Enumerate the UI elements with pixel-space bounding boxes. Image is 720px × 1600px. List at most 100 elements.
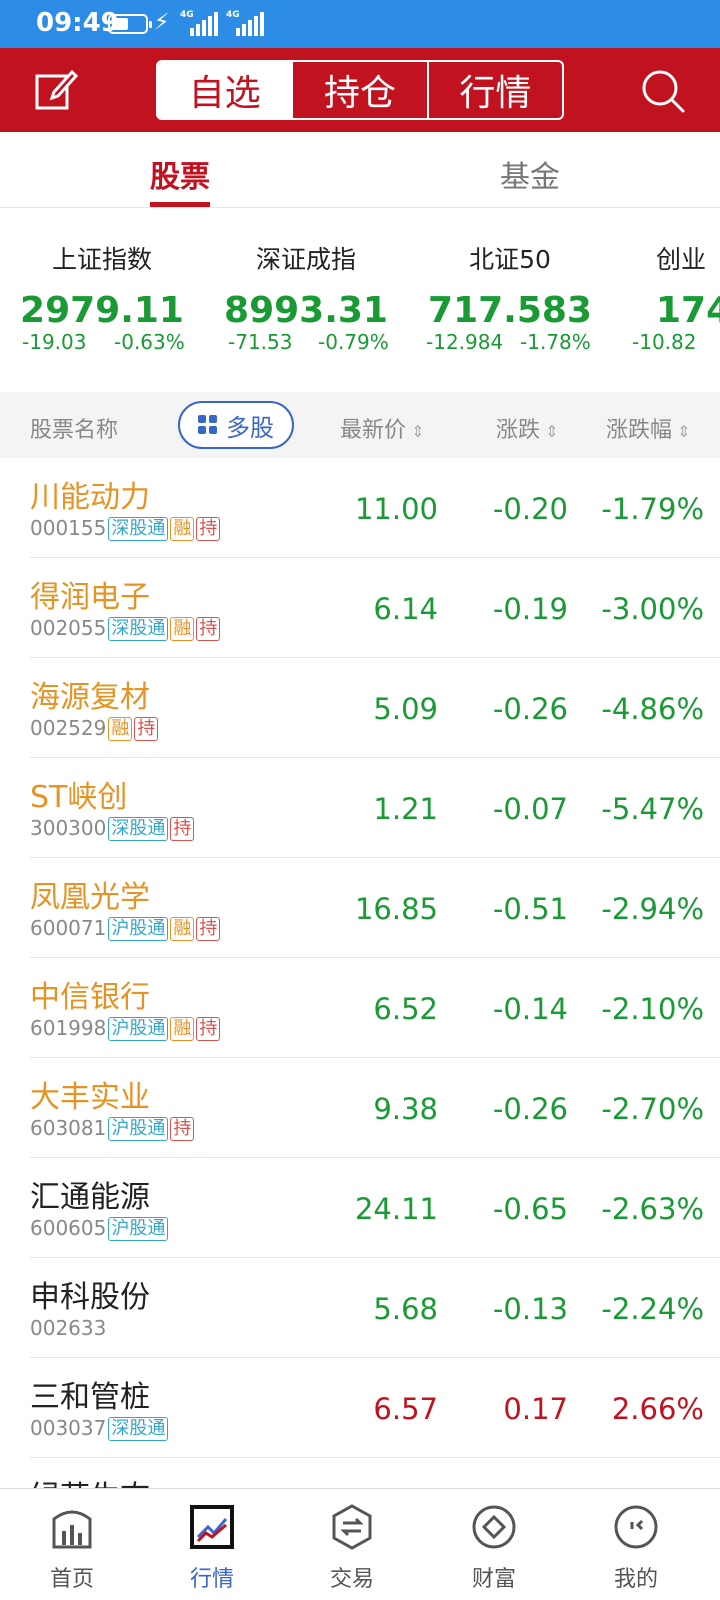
nav-label: 行情 [189,1567,234,1592]
stock-code-line: 603081 沪股通持 [30,1116,195,1141]
stock-name: 得润电子 [30,580,150,615]
stock-code-line: 003037 深股通 [30,1416,169,1441]
nav-wealth[interactable]: 财富 [434,1503,554,1593]
stock-name: 申科股份 [30,1280,150,1315]
stock-name: 三和管桩 [30,1380,150,1415]
price-change: -0.65 [492,1192,568,1226]
price-change: -0.51 [492,892,568,926]
stock-row[interactable]: 海源复材 002529 融持 5.09 -0.26 -4.86% [30,658,720,758]
index-card[interactable]: 创业 174 [614,240,720,331]
shenzhen-connect-badge: 深股通 [108,617,169,641]
stock-row[interactable]: 得润电子 002055 深股通融持 6.14 -0.19 -3.00% [30,558,720,658]
stock-name: 中信银行 [30,980,150,1015]
price-change-pct: -1.79% [601,492,704,526]
stock-name: ST峡创 [30,780,128,815]
index-strip: 上证指数 2979.11 深证成指 8993.31 北证50 717.583 创… [0,208,720,392]
stock-row[interactable]: 凤凰光学 600071 沪股通融持 16.85 -0.51 -2.94% [30,858,720,958]
latest-price: 6.14 [373,592,438,626]
sort-change-header[interactable]: 涨跌 [496,412,559,444]
grid-icon [198,415,218,435]
price-change: -0.14 [492,992,568,1026]
index-change: -10.82 [632,330,697,354]
list-header: 股票名称 多股 最新价 涨跌 涨跌幅 [0,392,720,458]
stock-row[interactable]: 中信银行 601998 沪股通融持 6.52 -0.14 -2.10% [30,958,720,1058]
stock-name: 凤凰光学 [30,880,150,915]
stock-name: 大丰实业 [30,1080,150,1115]
tab-funds[interactable]: 基金 [500,152,560,196]
price-change-pct: -2.94% [601,892,704,926]
index-card[interactable]: 北证50 717.583 [410,240,610,331]
multi-stock-label: 多股 [226,413,274,442]
nav-label: 我的 [613,1567,658,1592]
price-change-pct: -2.63% [601,1192,704,1226]
nav-profile[interactable]: 我的 [576,1503,696,1593]
index-name: 深证成指 [255,245,356,274]
index-card[interactable]: 深证成指 8993.31 [206,240,406,331]
latest-price: 6.57 [373,1392,438,1426]
margin-badge: 融 [170,617,195,641]
multi-stock-button[interactable]: 多股 [178,401,294,449]
price-change: -0.19 [492,592,568,626]
stock-code-line: 002055 深股通融持 [30,616,221,641]
stock-row[interactable]: 川能动力 000155 深股通融持 11.00 -0.20 -1.79% [30,458,720,558]
shanghai-connect-badge: 沪股通 [108,917,169,941]
latest-price: 5.68 [373,1292,438,1326]
trade-exchange-icon [328,1503,376,1551]
price-change: -0.20 [492,492,568,526]
nav-trade[interactable]: 交易 [292,1503,412,1593]
stock-code: 300300 [30,816,107,840]
latest-price: 24.11 [354,1192,438,1226]
index-card[interactable]: 上证指数 2979.11 [2,240,202,331]
stock-row[interactable]: 大丰实业 603081 沪股通持 9.38 -0.26 -2.70% [30,1058,720,1158]
holding-badge: 持 [170,817,195,841]
stock-row[interactable]: 三和管桩 003037 深股通 6.57 0.17 2.66% [30,1358,720,1458]
column-name-header: 股票名称 [30,418,119,443]
tab-watchlist[interactable]: 自选 [158,62,292,118]
top-nav-bar: 自选 持仓 行情 [0,48,720,132]
edit-icon[interactable] [34,68,79,112]
active-tab-underline [150,202,210,207]
sort-pct-header[interactable]: 涨跌幅 [606,412,691,444]
status-bar: 09:49 ⚡ 4G 4G [0,0,720,48]
nav-label: 财富 [471,1567,516,1592]
latest-price: 1.21 [373,792,438,826]
market-trend-icon [188,1503,236,1551]
holding-badge: 持 [196,1017,221,1041]
nav-home[interactable]: 首页 [12,1503,132,1593]
nav-label: 首页 [49,1567,94,1592]
stock-code-line: 600605 沪股通 [30,1216,169,1241]
watchlist-segment: 自选 持仓 行情 [156,60,564,120]
holding-badge: 持 [170,1117,195,1141]
stock-code-line: 002633 [30,1316,106,1340]
price-change-pct: -2.24% [601,1292,704,1326]
status-time: 09:49 [36,8,119,38]
price-change-pct: -2.10% [601,992,704,1026]
price-change: -0.13 [492,1292,568,1326]
latest-price: 16.85 [354,892,438,926]
price-change-pct: -5.47% [601,792,704,826]
sort-price-header[interactable]: 最新价 [340,412,425,444]
stock-row[interactable]: 申科股份 002633 5.68 -0.13 -2.24% [30,1258,720,1358]
stock-row[interactable]: 汇通能源 600605 沪股通 24.11 -0.65 -2.63% [30,1158,720,1258]
shenzhen-connect-badge: 深股通 [108,1417,169,1441]
index-name: 创业 [656,245,707,274]
tab-stocks[interactable]: 股票 [150,152,210,196]
tab-holdings[interactable]: 持仓 [291,62,426,118]
stock-code-line: 002529 融持 [30,716,159,741]
margin-badge: 融 [108,717,133,741]
index-name: 北证50 [469,245,551,274]
search-icon[interactable] [640,68,686,114]
stock-row[interactable]: ST峡创 300300 深股通持 1.21 -0.07 -5.47% [30,758,720,858]
stock-code-line: 600071 沪股通融持 [30,916,221,941]
stock-row[interactable]: 绿茵生态 [30,1458,720,1488]
index-change-pct: -0.63% [114,330,185,354]
stock-code-line: 000155 深股通融持 [30,516,221,541]
home-chart-icon [48,1503,96,1551]
nav-market[interactable]: 行情 [152,1503,272,1593]
index-change-pct: -0.79% [318,330,389,354]
index-name: 上证指数 [51,245,152,274]
index-change-pct: -1.78% [520,330,591,354]
tab-market[interactable]: 行情 [426,62,562,118]
holding-badge: 持 [134,717,159,741]
charging-icon: ⚡ [154,10,170,35]
